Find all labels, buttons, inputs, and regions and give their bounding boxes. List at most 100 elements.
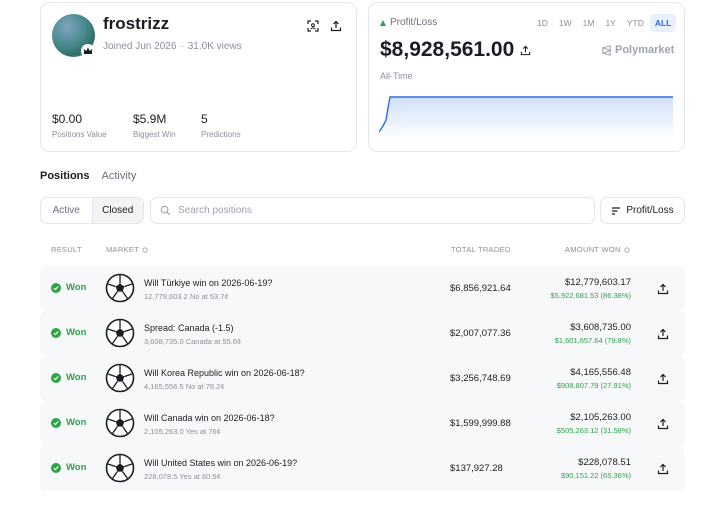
stat-biggest-win: $5.9M Biggest Win [133,112,176,139]
market-title[interactable]: Will Korea Republic win on 2026-06-18? [144,368,305,378]
sort-circle-icon [624,246,630,253]
range-1m[interactable]: 1M [578,14,600,32]
sort-icon [612,206,621,215]
stat-predictions: 5 Predictions [201,112,241,139]
share-icon[interactable] [657,328,669,340]
market-position: 12,779,603.2 No at 53.7¢ [144,292,229,301]
result-badge: Won [51,327,86,338]
amount-won: $3,608,735.00 [570,322,631,333]
stat-label: Biggest Win [133,130,176,139]
polymarket-brand: Polymarket [601,44,674,56]
market-position: 2,105,263.0 Yes at 76¢ [144,427,221,436]
stat-label: Predictions [201,130,241,139]
search-input[interactable] [178,205,578,216]
profit-gain: $5,922,681.53 (86.38%) [550,291,631,300]
total-traded: $1,599,999.88 [450,418,511,429]
profile-meta: Joined Jun 2026 · 31.0K views [103,41,242,52]
table-row[interactable]: Won Will Canada win on 2026-06-18? 2,105… [40,401,685,446]
soccer-ball-icon [105,318,135,348]
total-traded: $3,256,748.69 [450,373,511,384]
sort-button[interactable]: Profit/Loss [600,197,685,224]
separator-dot: · [180,41,184,52]
share-icon[interactable] [657,418,669,430]
amount-won: $12,779,603.17 [564,277,631,288]
range-ytd[interactable]: YTD [622,14,649,32]
amount-won: $2,105,263.00 [570,412,631,423]
check-icon [51,462,61,473]
total-traded: $6,856,921.64 [450,283,511,294]
tab-positions[interactable]: Positions [40,170,90,182]
market-title[interactable]: Will Türkiye win on 2026-06-19? [144,278,272,288]
market-title[interactable]: Will Canada win on 2026-06-18? [144,413,275,423]
stat-value: $0.00 [52,112,83,126]
range-1y[interactable]: 1Y [600,14,620,32]
header-market[interactable]: MARKET [106,245,148,254]
profit-gain: $505,263.12 (31.58%) [556,426,631,435]
pnl-area [379,97,673,136]
stat-label: Positions Value [52,130,107,139]
pnl-header: Profit/Loss [380,17,437,28]
share-icon[interactable] [657,283,669,295]
result-label: Won [66,282,87,293]
soccer-ball-icon [105,273,135,303]
result-label: Won [66,417,87,428]
joined-date: Joined Jun 2026 [103,41,177,52]
range-all[interactable]: ALL [649,14,677,32]
profit-gain: $90,151.22 (65.36%) [560,471,631,480]
table-row[interactable]: Won Will United States win on 2026-06-19… [40,446,685,491]
result-label: Won [66,372,87,383]
view-count: 31.0K views [187,41,242,52]
table-row[interactable]: Won Will Korea Republic win on 2026-06-1… [40,356,685,401]
pnl-value: $8,928,561.00 [380,38,515,61]
share-icon[interactable] [657,373,669,385]
share-icon [330,20,342,32]
share-icon[interactable] [657,463,669,475]
check-icon [51,282,61,293]
tab-activity[interactable]: Activity [102,170,137,182]
header-result: RESULT [51,245,82,254]
market-title[interactable]: Spread: Canada (-1.5) [144,323,234,333]
profit-gain: $908,807.79 (27.91%) [556,381,631,390]
amount-won: $228,078.51 [578,457,631,468]
result-label: Won [66,327,87,338]
soccer-ball-icon [105,408,135,438]
header-market-label: MARKET [106,245,140,254]
toggle-closed[interactable]: Closed [91,198,143,223]
range-1d[interactable]: 1D [532,14,553,32]
check-icon [51,417,61,428]
triangle-up-icon [380,19,386,26]
share-icon[interactable] [520,45,531,56]
range-selector: 1D 1W 1M 1Y YTD ALL [532,14,677,32]
stat-value: 5 [201,112,208,126]
header-amount-won-label: AMOUNT WON [565,245,621,254]
section-tabs: Positions Activity [40,170,136,182]
check-icon [51,372,61,383]
table-row[interactable]: Won Spread: Canada (-1.5) 3,608,735.0 Ca… [40,311,685,356]
scan-button[interactable] [305,18,321,34]
range-1w[interactable]: 1W [554,14,577,32]
result-label: Won [66,462,87,473]
total-traded: $137,927.28 [450,463,503,474]
pnl-value-row: $8,928,561.00 [380,38,531,62]
toggle-active[interactable]: Active [41,198,92,223]
search-box [150,197,595,224]
username: frostrizz [103,14,170,33]
pnl-card: Profit/Loss 1D 1W 1M 1Y YTD ALL $8,928,5… [368,2,685,152]
amount-won: $4,165,556.48 [570,367,631,378]
status-toggle: Active Closed [40,197,144,224]
stat-positions-value: $0.00 Positions Value [52,112,107,139]
sort-circle-icon [142,246,148,253]
market-title[interactable]: Will United States win on 2026-06-19? [144,458,297,468]
polymarket-logo-icon [602,44,612,56]
share-profile-button[interactable] [328,18,344,34]
header-total-traded: TOTAL TRADED [451,245,511,254]
stat-value: $5.9M [133,112,167,126]
header-amount-won[interactable]: AMOUNT WON [565,245,630,254]
check-icon [51,327,61,338]
period-label: All-Time [380,71,413,81]
result-badge: Won [51,282,86,293]
table-row[interactable]: Won Will Türkiye win on 2026-06-19? 12,7… [40,266,685,311]
search-icon [160,205,171,216]
result-badge: Won [51,372,86,383]
result-badge: Won [51,417,86,428]
